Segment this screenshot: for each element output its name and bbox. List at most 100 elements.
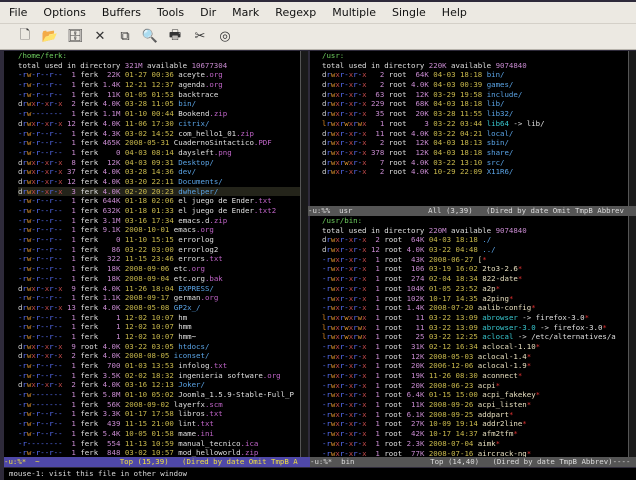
file-name[interactable]: german.org [174, 293, 219, 302]
file-name[interactable]: 822-date [482, 274, 518, 283]
file-row[interactable]: -rwxr-xr-x 1 root 1.4K 2008-07-20 aalib-… [322, 303, 628, 313]
file-row[interactable]: drwxr-xr-x 2 ferk 4.0K 2008-08-05 iconse… [18, 351, 300, 361]
file-row[interactable]: drwxr-xr-x 37 ferk 4.0K 03-28 14:36 dev/ [18, 167, 300, 177]
file-name[interactable]: aircrack-ng [478, 449, 527, 458]
menu-buffers[interactable]: Buffers [93, 6, 148, 19]
file-row[interactable]: drwxr-xr-x 378 root 12K 04-03 18:18 shar… [322, 148, 628, 158]
file-name[interactable]: bin/ [487, 70, 505, 79]
file-name[interactable]: layerfx.scm [174, 400, 223, 409]
file-row[interactable]: drwxr-xr-x 2 root 12K 04-03 18:13 sbin/ [322, 138, 628, 148]
file-row[interactable]: -rw-r--r-- 1 ferk 3.5K 02-02 18:32 ingen… [18, 371, 300, 381]
file-name[interactable]: htdocs/ [178, 342, 209, 351]
file-row[interactable]: -rw------- 1 ferk 1.1M 01-10 00:44 Booke… [18, 109, 300, 119]
file-row[interactable]: lrwxrwxrwx 1 root 11 03-22 13:09 abrowse… [322, 313, 628, 323]
file-row[interactable]: -rw------- 1 ferk 56K 2008-09-02 layerfx… [18, 400, 300, 410]
file-name[interactable]: include/ [487, 90, 523, 99]
file-row[interactable]: -rw-r--r-- 1 ferk 1 12-02 10:07 hmm~ [18, 332, 300, 342]
file-row[interactable]: drwxr-xr-x 63 root 12K 03-29 19:58 inclu… [322, 90, 628, 100]
file-name[interactable]: emacs.org [174, 225, 214, 234]
file-row[interactable]: -rwxr-xr-x 1 root 274 02-04 18:34 822-da… [322, 274, 628, 284]
file-name[interactable]: el juego de Ender.txt [178, 196, 271, 205]
menu-mark[interactable]: Mark [223, 6, 266, 19]
file-name[interactable]: abrowser-3.0 [482, 323, 535, 332]
file-name[interactable]: ../ [482, 245, 495, 254]
file-row[interactable]: -rw-r--r-- 1 ferk 1 12-02 10:07 hm [18, 313, 300, 323]
file-name[interactable]: aclocal-1.9 [478, 361, 527, 370]
file-name[interactable]: aalib-config [478, 303, 531, 312]
file-row[interactable]: -rw-r--r-- 1 ferk 632K 01-18 01:33 el ju… [18, 206, 300, 216]
file-row[interactable]: -rwxr-xr-x 1 root 43K 2008-06-27 [* [322, 255, 628, 265]
file-row[interactable]: drwxr-xr-x 2 root 64K 04-03 18:18 bin/ [322, 70, 628, 80]
dired-cabinet-icon[interactable]: 🗄 [66, 28, 84, 46]
file-row[interactable]: drwxr-xr-x 2 ferk 4.0K 03-16 12:13 Joker… [18, 380, 300, 390]
file-row[interactable]: -rw-r--r-- 1 ferk 1.1K 2008-09-17 german… [18, 293, 300, 303]
file-name[interactable]: 2to3-2.6 [482, 264, 518, 273]
file-name[interactable]: daysleft.png [178, 148, 231, 157]
file-name[interactable]: a2ping [482, 294, 509, 303]
file-row[interactable]: drwxr-xr-x 2 root 4.0K 04-03 00:39 games… [322, 80, 628, 90]
file-name[interactable]: lib/ [487, 99, 505, 108]
file-row[interactable]: drwxr-xr-x 12 ferk 4.0K 11-06 17:30 citr… [18, 119, 300, 129]
menu-multiple[interactable]: Multiple [323, 6, 383, 19]
file-row[interactable]: -rw-r--r-- 1 ferk 700 01-03 13:53 infolo… [18, 361, 300, 371]
menu-file[interactable]: File [0, 6, 34, 19]
file-name[interactable]: EXPRESS/ [178, 284, 214, 293]
menu-single[interactable]: Single [383, 6, 433, 19]
file-name[interactable]: Documents/ [178, 177, 223, 186]
file-name[interactable]: abrowser [482, 313, 518, 322]
file-row[interactable]: -rw-r--r-- 1 ferk 3.3K 01-17 17:58 libro… [18, 409, 300, 419]
file-name[interactable]: X11R6/ [487, 167, 514, 176]
file-row[interactable]: drwxr-xr-x 229 root 68K 04-03 18:18 lib/ [322, 99, 628, 109]
file-name[interactable]: lib64 [487, 119, 509, 128]
copy-icon[interactable]: ⧉ [116, 28, 134, 46]
file-row[interactable]: -rw-r--r-- 1 ferk 1.4K 12-21 12:37 agend… [18, 80, 300, 90]
file-name[interactable]: hm [178, 313, 187, 322]
file-row[interactable]: -rw-r--r-- 1 ferk 22K 01-27 00:36 aceyte… [18, 70, 300, 80]
file-row[interactable]: -rw-r--r-- 1 ferk 5.4K 10-05 01:58 mame.… [18, 429, 300, 439]
file-name[interactable]: src/ [487, 158, 505, 167]
file-name[interactable]: share/ [487, 148, 514, 157]
file-row[interactable]: -rwxr-xr-x 1 root 20K 2008-06-23 acpi* [322, 381, 628, 391]
file-name[interactable]: acpi_listen [478, 400, 527, 409]
file-row[interactable]: -rwxr-xr-x 1 root 31K 02-12 16:34 acloca… [322, 342, 628, 352]
print-icon[interactable]: 🖶 [166, 28, 184, 46]
file-row[interactable]: -rw-r--r-- 1 ferk 86 03-22 03:00 errorlo… [18, 245, 300, 255]
menu-help[interactable]: Help [433, 6, 474, 19]
file-name[interactable]: dwhelper/ [178, 187, 218, 196]
file-row[interactable]: -rw-r--r-- 1 ferk 644K 01-18 02:06 el ju… [18, 196, 300, 206]
file-row[interactable]: -rwxr-xr-x 1 root 27K 10-09 19:14 addr2l… [322, 419, 628, 429]
file-row[interactable]: drwxr-xr-x 2 root 64K 04-03 18:18 ./ [322, 235, 628, 245]
file-row[interactable]: -rw-r--r-- 1 ferk 465K 2008-05-31 Cuader… [18, 138, 300, 148]
file-row[interactable]: lrwxrwxrwx 1 root 11 03-22 13:09 abrowse… [322, 323, 628, 333]
file-row[interactable]: drwxr-xr-x 11 root 4.0K 03-22 04:21 loca… [322, 129, 628, 139]
file-row[interactable]: lrwxrwxrwx 1 root 25 03-22 12:25 aclocal… [322, 332, 628, 342]
file-row[interactable]: drwxr-xr-x 3 ferk 4.0K 02-20 20:23 dwhel… [18, 186, 300, 197]
file-name[interactable]: acpi_fakekey [482, 390, 535, 399]
file-name[interactable]: citrix/ [178, 119, 209, 128]
file-name[interactable]: errorlog [178, 235, 214, 244]
file-row[interactable]: -rw-r--r-- 1 ferk 18K 2008-09-04 etc.org… [18, 274, 300, 284]
file-row[interactable]: -rwxr-xr-x 1 root 19K 11-26 08:30 aconne… [322, 371, 628, 381]
menu-options[interactable]: Options [34, 6, 92, 19]
file-row[interactable]: -rwxr-xr-x 1 root 106 03-19 16:02 2to3-2… [322, 264, 628, 274]
file-name[interactable]: errors.txt [178, 254, 223, 263]
file-row[interactable]: drwxr-xr-x 12 root 4.0K 03-22 04:48 ../ [322, 245, 628, 255]
file-name[interactable]: addr2line [482, 419, 522, 428]
scrollbar-left[interactable] [300, 51, 308, 457]
file-row[interactable]: -rw-r--r-- 1 ferk 439 11-15 21:00 lint.t… [18, 419, 300, 429]
file-name[interactable]: games/ [487, 80, 514, 89]
file-name[interactable]: manual_tecnico.ica [178, 439, 258, 448]
file-row[interactable]: drwxr-xr-x 13 ferk 4.0K 2008-05-08 GP2x_… [18, 303, 300, 313]
help-lifebuoy-icon[interactable]: ◎ [216, 28, 234, 46]
file-name[interactable]: hmm~ [178, 332, 196, 341]
file-name[interactable]: bin/ [178, 99, 196, 108]
file-row[interactable]: drwxr-xr-x 35 root 20K 03-28 11:55 lib32… [322, 109, 628, 119]
file-row[interactable]: -rw-r--r-- 1 ferk 18K 2008-09-06 etc.org [18, 264, 300, 274]
file-name[interactable]: hmm [178, 322, 191, 331]
file-row[interactable]: -rw-r--r-- 1 ferk 9.1K 2008-10-01 emacs.… [18, 225, 300, 235]
file-row[interactable]: -rwxr-xr-x 1 root 104K 01-05 23:52 a2p* [322, 284, 628, 294]
file-name[interactable]: ./ [482, 235, 491, 244]
file-name[interactable]: el juego de Ender.txt2 [178, 206, 276, 215]
new-file-icon[interactable]: 🗋 [16, 28, 34, 46]
file-name[interactable]: etc.org.bak [174, 274, 223, 283]
